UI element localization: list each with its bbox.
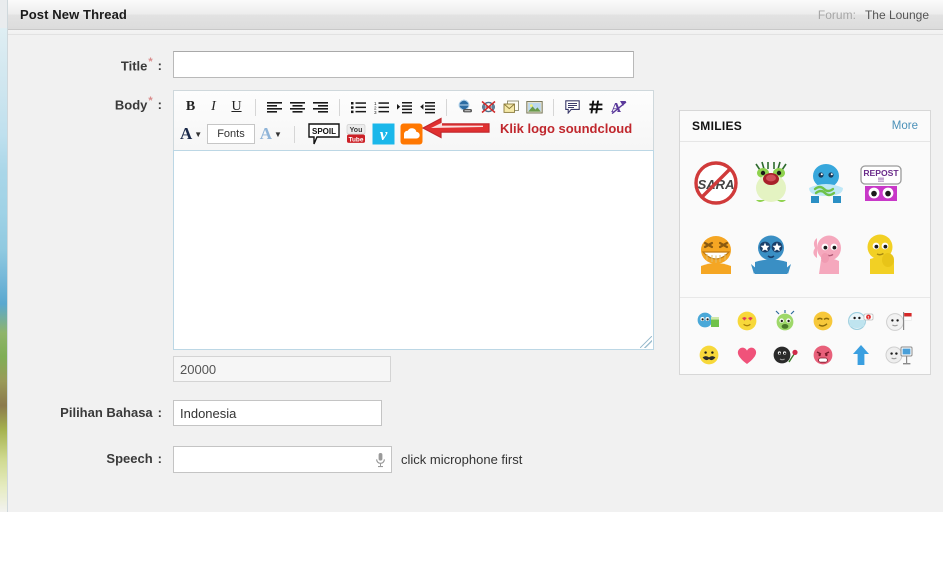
left-edge-strip-top xyxy=(0,0,7,28)
forum-name[interactable]: The Lounge xyxy=(865,8,929,22)
smilies-panel: SMILIES More SARA xyxy=(679,110,931,375)
character-counter: 20000 xyxy=(173,356,391,382)
smiley-blue-creature[interactable] xyxy=(798,148,853,218)
smiley-pink-heart[interactable] xyxy=(728,338,766,372)
title-label: Title*: xyxy=(8,51,173,73)
smiley-green-frog[interactable] xyxy=(743,148,798,218)
chevron-down-icon: ▼ xyxy=(194,129,203,139)
smiley-black-rose[interactable] xyxy=(766,338,804,372)
smiley-repost[interactable]: REPOST !!! xyxy=(853,148,908,218)
svg-text:1: 1 xyxy=(868,316,870,320)
body-required-mark: * xyxy=(148,95,153,107)
bold-button[interactable]: B xyxy=(180,97,201,118)
toolbar-separator xyxy=(553,98,554,116)
speech-label: Speech: xyxy=(8,446,173,466)
language-input[interactable] xyxy=(173,400,382,426)
vimeo-button[interactable]: v xyxy=(371,123,397,145)
fonts-dropdown[interactable]: Fonts xyxy=(207,124,255,144)
smiley-blue-stareyes[interactable] xyxy=(743,218,798,288)
annotation-text: Klik logo soundcloud xyxy=(500,120,633,136)
align-left-button[interactable] xyxy=(264,97,285,118)
spoiler-button[interactable]: SPOIL xyxy=(307,123,341,145)
speech-row: Speech: click microphone first xyxy=(8,446,943,473)
smiley-mask-alert[interactable]: 1 xyxy=(842,304,880,338)
align-right-button[interactable] xyxy=(310,97,331,118)
smiley-yellow-mustache[interactable] xyxy=(690,338,728,372)
italic-button[interactable]: I xyxy=(203,97,224,118)
fonts-dropdown-label: Fonts xyxy=(217,128,245,140)
window-titlebar: Post New Thread Forum: The Lounge xyxy=(8,0,943,30)
body-colon: : xyxy=(157,97,162,113)
smilies-header: SMILIES More xyxy=(680,111,930,142)
smiley-red-angry[interactable] xyxy=(804,338,842,372)
underline-button[interactable]: U xyxy=(226,97,247,118)
smiley-yellow-shy[interactable] xyxy=(853,218,908,288)
body-label-text: Body xyxy=(114,97,148,113)
svg-text:v: v xyxy=(380,125,388,144)
red-left-arrow-icon xyxy=(421,117,490,139)
forum-label: Forum: xyxy=(817,7,856,22)
smiley-tv-screen[interactable] xyxy=(880,338,918,372)
speech-input[interactable] xyxy=(174,448,364,471)
smiley-blue-drink[interactable] xyxy=(690,304,728,338)
speech-input-wrapper[interactable] xyxy=(173,446,392,473)
post-new-thread-page: Post New Thread Forum: The Lounge Title*… xyxy=(7,0,943,512)
body-label: Body*: xyxy=(8,90,173,112)
soundcloud-annotation: Klik logo soundcloud xyxy=(421,115,632,141)
speech-colon: : xyxy=(157,451,162,466)
smiley-yellow-inlove[interactable] xyxy=(728,304,766,338)
smiley-flag-indonesia[interactable] xyxy=(880,304,918,338)
body-textarea[interactable] xyxy=(173,150,654,350)
font-size-button[interactable]: A ▼ xyxy=(260,124,282,145)
left-edge-background-strip xyxy=(0,28,7,512)
smilies-large-grid: SARA xyxy=(680,142,930,298)
toolbar-separator xyxy=(255,98,256,116)
indent-button[interactable] xyxy=(394,97,415,118)
align-center-button[interactable] xyxy=(287,97,308,118)
svg-text:SPOIL: SPOIL xyxy=(312,127,336,136)
svg-text:You: You xyxy=(350,127,363,134)
svg-text:3: 3 xyxy=(374,110,377,114)
svg-text:Tube: Tube xyxy=(349,136,364,143)
microphone-icon[interactable] xyxy=(375,452,386,468)
youtube-button[interactable]: You Tube xyxy=(343,124,369,145)
smiley-no-sara[interactable]: SARA xyxy=(688,148,743,218)
chevron-down-icon: ▼ xyxy=(274,129,282,139)
title-row: Title*: xyxy=(8,51,943,78)
smiley-blue-uparrow[interactable] xyxy=(842,338,880,372)
speech-field-group: click microphone first xyxy=(173,446,522,473)
smilies-small-grid: 1 xyxy=(680,298,930,378)
page-title: Post New Thread xyxy=(20,7,127,22)
forum-breadcrumb: Forum: The Lounge xyxy=(818,8,929,22)
speech-hint: click microphone first xyxy=(401,452,523,467)
numbered-list-button[interactable]: 1 2 3 xyxy=(371,97,392,118)
font-size-letter: A xyxy=(259,124,272,143)
title-colon: : xyxy=(157,58,162,74)
svg-text:!!!: !!! xyxy=(878,178,884,184)
language-label: Pilihan Bahasa: xyxy=(8,400,173,420)
font-color-letter: A xyxy=(180,124,193,143)
textarea-resize-handle[interactable] xyxy=(640,336,652,348)
font-color-button[interactable]: A ▼ xyxy=(180,124,202,145)
title-label-text: Title xyxy=(120,58,148,74)
toolbar-separator xyxy=(339,98,340,116)
title-required-mark: * xyxy=(148,56,153,68)
language-label-text: Pilihan Bahasa xyxy=(60,405,153,420)
svg-text:REPOST: REPOST xyxy=(863,168,899,178)
smiley-yellow-smug[interactable] xyxy=(804,304,842,338)
toolbar-separator xyxy=(293,125,295,143)
title-input[interactable] xyxy=(173,51,634,78)
language-row: Pilihan Bahasa: xyxy=(8,400,943,426)
smiley-pink-thinking[interactable] xyxy=(798,218,853,288)
language-colon: : xyxy=(157,405,162,420)
smiley-green-sick[interactable] xyxy=(766,304,804,338)
smilies-title: SMILIES xyxy=(692,119,743,133)
smilies-more-link[interactable]: More xyxy=(892,120,918,132)
bullet-list-button[interactable] xyxy=(348,97,369,118)
toolbar-separator xyxy=(446,98,447,116)
body-editor: B I U 1 2 3 A A ▼ Fonts A ▼ SPOIL You Tu… xyxy=(173,90,654,382)
smiley-orange-grin[interactable] xyxy=(688,218,743,288)
speech-label-text: Speech xyxy=(106,451,153,466)
